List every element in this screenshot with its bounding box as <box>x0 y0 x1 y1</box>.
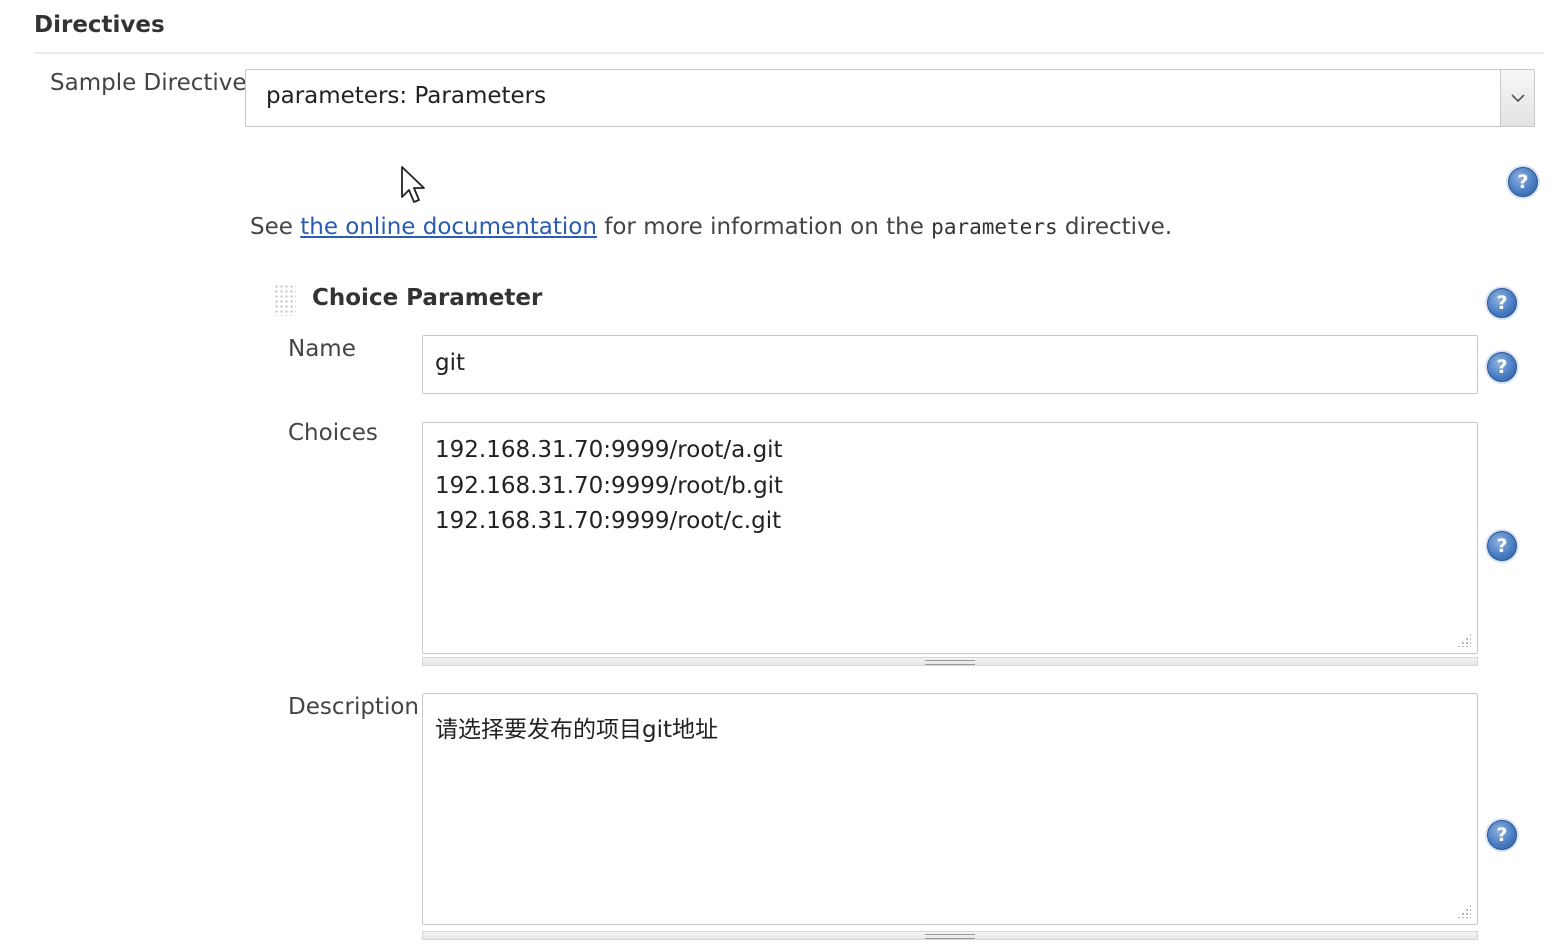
sample-directive-select[interactable]: parameters: Parameters <box>245 69 1535 127</box>
choice-parameter-title: Choice Parameter <box>312 285 543 311</box>
resize-grip-icon[interactable] <box>1457 633 1471 647</box>
help-icon-name[interactable]: ? <box>1487 352 1517 382</box>
mouse-pointer-icon <box>401 166 425 203</box>
chevron-down-icon[interactable] <box>1500 70 1534 126</box>
directive-code: parameters <box>931 215 1058 239</box>
name-input-value: git <box>435 350 466 376</box>
choices-textarea[interactable]: 192.168.31.70:9999/root/a.git 192.168.31… <box>422 422 1478 654</box>
sample-directive-label: Sample Directive <box>50 70 247 96</box>
sample-directive-selected-value: parameters: Parameters <box>266 83 547 109</box>
choice-line: 192.168.31.70:9999/root/b.git <box>435 473 784 499</box>
choices-label: Choices <box>288 420 378 446</box>
name-label: Name <box>288 336 356 362</box>
documentation-info: See the online documentation for more in… <box>250 214 1173 240</box>
description-value: 请选择要发布的项目git地址 <box>435 717 719 743</box>
resize-grip-icon[interactable] <box>1457 904 1471 918</box>
grip-icon <box>925 660 975 665</box>
choice-line: 192.168.31.70:9999/root/a.git <box>435 437 783 463</box>
name-input[interactable]: git <box>422 335 1478 394</box>
description-label: Description <box>288 694 419 720</box>
online-documentation-link[interactable]: the online documentation <box>300 214 597 240</box>
help-icon-description[interactable]: ? <box>1487 820 1517 850</box>
help-icon-choices[interactable]: ? <box>1487 531 1517 561</box>
directive-generator-page: Directives Sample Directive parameters: … <box>0 0 1552 948</box>
help-icon-choice-parameter[interactable]: ? <box>1487 288 1517 318</box>
description-textarea[interactable]: 请选择要发布的项目git地址 <box>422 693 1478 925</box>
grip-icon <box>925 934 975 939</box>
choices-resize-bar[interactable] <box>422 657 1478 666</box>
section-divider <box>34 52 1544 54</box>
choice-line: 192.168.31.70:9999/root/c.git <box>435 508 782 534</box>
help-icon-directive[interactable]: ? <box>1508 167 1538 197</box>
description-resize-bar[interactable] <box>422 931 1478 940</box>
drag-handle-icon[interactable] <box>274 284 296 316</box>
section-title: Directives <box>34 12 165 38</box>
